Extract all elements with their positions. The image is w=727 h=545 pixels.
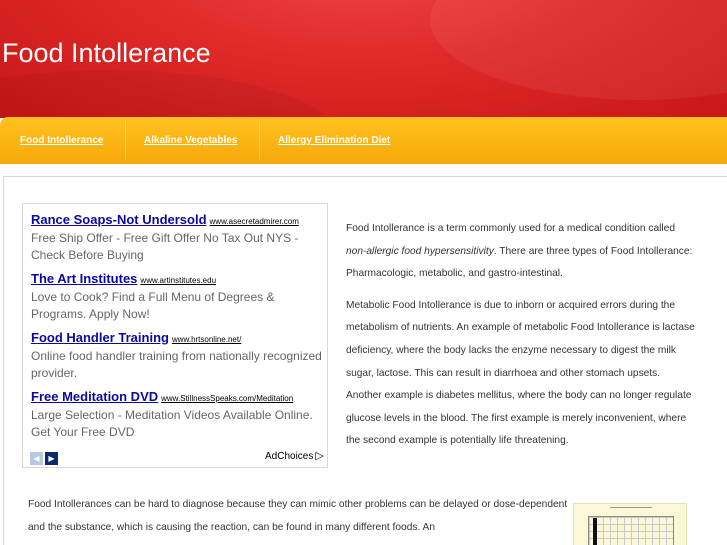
ad-item: Food Handler Training www.hrtsonline.net/… [31,329,327,382]
ad-title-link[interactable]: The Art Institutes [31,271,137,286]
chart-thumbnail-image [573,503,687,545]
adchoices-triangle-icon: ▷ [315,450,324,462]
ad-url-link[interactable]: www.artinstitutes.edu [140,276,216,285]
site-header: Food Intollerance [0,0,727,118]
header-decoration [430,0,727,100]
nav-item-food-intollerance[interactable]: Food Intollerance [20,117,103,164]
ad-block: Rance Soaps-Not Undersold www.asecretadmi… [22,203,328,468]
chevron-left-icon[interactable]: ◀ [30,452,43,465]
ad-item: Free Meditation DVD www.StillnessSpeaks.c… [31,388,327,441]
ad-description: Free Ship Offer - Free Gift Offer No Tax… [31,231,299,262]
ad-description: Love to Cook? Find a Full Menu of Degree… [31,290,275,321]
article-emphasis: non-allergic food hypersensitivity [346,245,494,257]
article-paragraph: Food Intollerances can be hard to diagno… [28,499,568,533]
ad-pager: ◀ ▶ [30,448,60,466]
main-nav: Food Intollerance Alkaline Vegetables Al… [0,117,727,164]
article-paragraph: Food Intollerance is a term commonly use… [346,218,698,286]
chart-thumbnail-bar [593,518,597,545]
adchoices-label: AdChoices [265,451,314,462]
chart-thumbnail-grid [588,516,674,545]
ad-url-link[interactable]: www.asecretadmirer.com [210,217,299,226]
article-text: Food Intollerance is a term commonly use… [346,223,675,234]
ad-url-link[interactable]: www.StillnessSpeaks.com/Meditation [161,394,293,403]
nav-item-alkaline-vegetables[interactable]: Alkaline Vegetables [144,117,237,164]
ad-description: Online food handler training from nation… [31,349,322,380]
article-paragraph: Metabolic Food Intollerance is due to in… [346,299,695,447]
article-column: Food Intollerance is a term commonly use… [346,218,698,462]
ad-description: Large Selection - Meditation Videos Avai… [31,408,313,439]
nav-item-allergy-elimination-diet[interactable]: Allergy Elimination Diet [278,117,390,164]
header-decoration [0,70,340,118]
ad-item: Rance Soaps-Not Undersold www.asecretadmi… [31,211,327,264]
nav-divider [125,121,126,160]
chevron-right-icon[interactable]: ▶ [45,452,58,465]
ad-item: The Art Institutes www.artinstitutes.edu … [31,270,327,323]
ad-title-link[interactable]: Rance Soaps-Not Undersold [31,212,207,227]
ad-url-link[interactable]: www.hrtsonline.net/ [172,335,241,344]
nav-divider [259,121,260,160]
ad-title-link[interactable]: Free Meditation DVD [31,389,158,404]
chart-thumbnail-title [610,507,652,508]
adchoices-link[interactable]: AdChoices ▷ [265,449,324,462]
site-title[interactable]: Food Intollerance [2,38,211,69]
ad-title-link[interactable]: Food Handler Training [31,330,169,345]
